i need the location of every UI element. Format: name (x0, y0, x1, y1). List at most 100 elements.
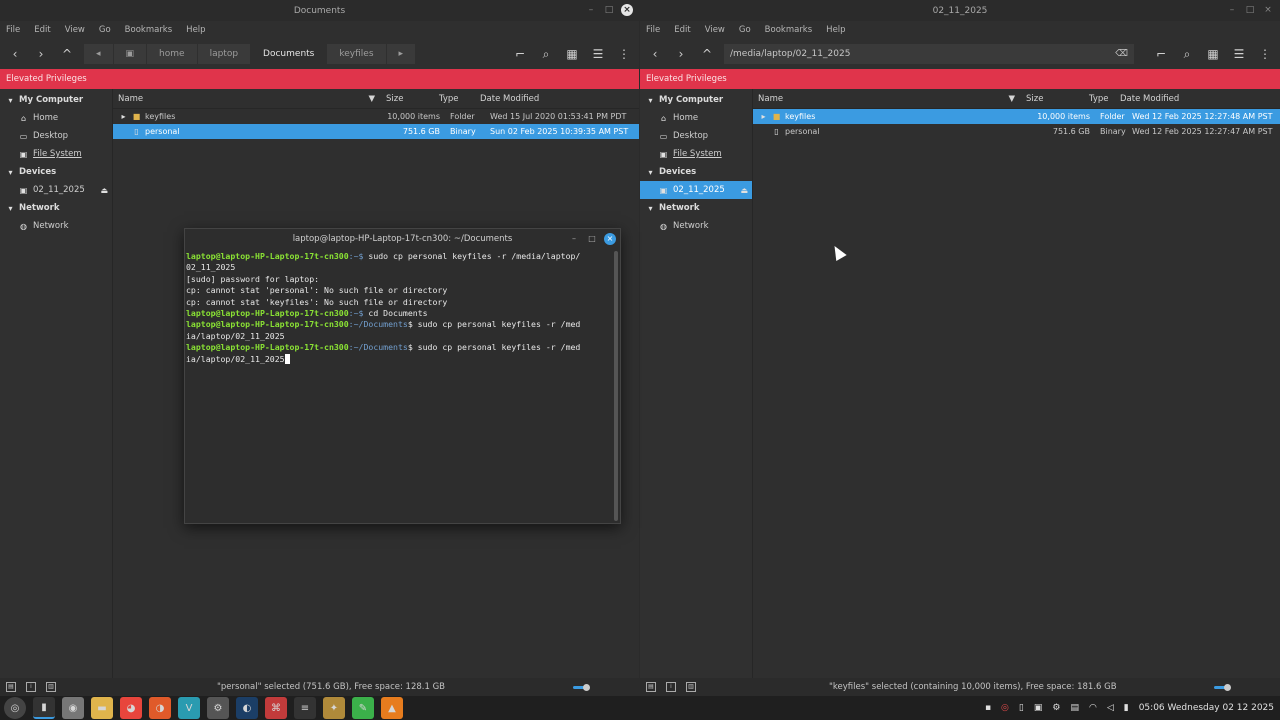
sidebar-item-desktop[interactable]: ▭ Desktop (640, 127, 752, 145)
crumb-right-arrow[interactable]: ▸ (386, 44, 416, 64)
hide-sidebar-icon[interactable]: ▥ (46, 682, 56, 692)
location-input[interactable]: /media/laptop/02_11_2025 (730, 49, 850, 59)
menu-file[interactable]: File (6, 25, 20, 35)
trash-icon[interactable]: ▪ (985, 703, 991, 713)
sidebar-section-devices[interactable]: ▾ Devices (0, 163, 112, 181)
location-bar[interactable]: /media/laptop/02_11_2025 ⌫ (724, 44, 1134, 64)
steam-icon[interactable]: ◐ (236, 697, 258, 719)
list-view-icon[interactable]: ☰ (589, 45, 607, 63)
sidebar-item-device[interactable]: ▣ 02_11_2025 ⏏ (0, 181, 112, 199)
eject-icon[interactable]: ⏏ (100, 186, 109, 195)
search-icon[interactable]: ⌕ (1178, 45, 1196, 63)
sidebar-item-home[interactable]: ⌂ Home (0, 109, 112, 127)
column-name[interactable]: Name ▼ (113, 94, 381, 104)
clipboard-icon[interactable]: ▣ (1034, 703, 1043, 713)
sidebar-section-my-computer[interactable]: ▾ My Computer (0, 91, 112, 109)
terminal-output[interactable]: laptop@laptop-HP-Laptop-17t-cn300:~$ sud… (185, 249, 620, 367)
browser-app-icon[interactable]: ◑ (149, 697, 171, 719)
close-button[interactable]: × (1262, 4, 1274, 16)
terminal-app-icon[interactable]: ▮ (33, 697, 55, 719)
update-icon[interactable]: ◎ (1001, 703, 1009, 713)
back-icon[interactable]: ‹ (646, 45, 664, 63)
sidebar-section-network[interactable]: ▾ Network (640, 199, 752, 217)
maximize-button[interactable]: □ (586, 233, 598, 245)
column-date[interactable]: Date Modified (475, 94, 539, 104)
menu-help[interactable]: Help (826, 25, 845, 35)
crumb-keyfiles[interactable]: keyfiles (327, 44, 386, 64)
column-size[interactable]: Size (381, 94, 434, 104)
sidebar-item-network[interactable]: ◍ Network (640, 217, 752, 235)
sidebar-section-network[interactable]: ▾ Network (0, 199, 112, 217)
column-size[interactable]: Size (1021, 94, 1084, 104)
icon-view-icon[interactable]: ▦ (1204, 45, 1222, 63)
column-date[interactable]: Date Modified (1115, 94, 1179, 104)
sidebar-section-my-computer[interactable]: ▾ My Computer (640, 91, 752, 109)
battery-icon[interactable]: ▯ (1019, 703, 1024, 713)
list-view-icon[interactable]: ☰ (1230, 45, 1248, 63)
column-type[interactable]: Type (1084, 94, 1115, 104)
close-button[interactable]: × (604, 233, 616, 245)
sidebar-item-device[interactable]: ▣ 02_11_2025 ⏏ (640, 181, 752, 199)
menu-edit[interactable]: Edit (674, 25, 690, 35)
column-name[interactable]: Name ▼ (753, 94, 1021, 104)
crumb-documents[interactable]: Documents (251, 44, 327, 64)
crumb-laptop[interactable]: laptop (197, 44, 251, 64)
table-row[interactable]: ▯ personal 751.6 GB Binary Wed 12 Feb 202… (753, 124, 1280, 139)
minimize-button[interactable]: – (1226, 4, 1238, 16)
menu-edit[interactable]: Edit (34, 25, 50, 35)
close-button[interactable]: × (621, 4, 633, 16)
terminal-icon[interactable]: ⌐ (1152, 45, 1170, 63)
show-tree-icon[interactable]: ⁞ (26, 682, 36, 692)
forward-icon[interactable]: › (672, 45, 690, 63)
menu-bookmarks[interactable]: Bookmarks (765, 25, 813, 35)
terminal-icon[interactable]: ⌐ (511, 45, 529, 63)
sidebar-item-filesystem[interactable]: ▣ File System (0, 145, 112, 163)
compact-view-icon[interactable]: ⋮ (1256, 45, 1274, 63)
clear-icon[interactable]: ⌫ (1115, 49, 1128, 59)
chrome-icon[interactable]: ◕ (120, 697, 142, 719)
forward-icon[interactable]: › (32, 45, 50, 63)
gear-icon[interactable]: ⚙ (1052, 703, 1060, 713)
minimize-button[interactable]: – (568, 233, 580, 245)
menu-go[interactable]: Go (739, 25, 751, 35)
table-row[interactable]: ▸ ■ keyfiles 10,000 items Folder Wed 15 Ju… (113, 109, 639, 124)
hide-sidebar-icon[interactable]: ▥ (686, 682, 696, 692)
minimize-button[interactable]: – (585, 4, 597, 16)
zoom-slider[interactable] (1214, 684, 1231, 691)
menu-file[interactable]: File (646, 25, 660, 35)
back-icon[interactable]: ‹ (6, 45, 24, 63)
maximize-button[interactable]: □ (603, 4, 615, 16)
up-icon[interactable]: ^ (698, 45, 716, 63)
sidebar-item-filesystem[interactable]: ▣ File System (640, 145, 752, 163)
menu-go[interactable]: Go (99, 25, 111, 35)
sidebar-item-network[interactable]: ◍ Network (0, 217, 112, 235)
app-gold-icon[interactable]: ✦ (323, 697, 345, 719)
app-red-icon[interactable]: ⌘ (265, 697, 287, 719)
app-v-icon[interactable]: V (178, 697, 200, 719)
messaging-app-icon[interactable]: ◉ (62, 697, 84, 719)
expander-icon[interactable]: ▸ (119, 112, 128, 121)
app-green-icon[interactable]: ✎ (352, 697, 374, 719)
files-app-icon[interactable]: ▬ (91, 697, 113, 719)
clock[interactable]: 05:06 Wednesday 02 12 2025 (1139, 703, 1274, 713)
window-titlebar[interactable]: Documents – □ × (0, 0, 639, 21)
scrollbar[interactable] (614, 251, 618, 521)
search-icon[interactable]: ⌕ (537, 45, 555, 63)
show-tree-icon[interactable]: ⁞ (666, 682, 676, 692)
vlc-icon[interactable]: ▲ (381, 697, 403, 719)
table-row[interactable]: ▯ personal 751.6 GB Binary Sun 02 Feb 202… (113, 124, 639, 139)
mint-menu-icon[interactable]: ◎ (4, 697, 26, 719)
terminal-window[interactable]: laptop@laptop-HP-Laptop-17t-cn300: ~/Doc… (184, 228, 621, 524)
display-icon[interactable]: ▤ (1070, 703, 1079, 713)
terminal-titlebar[interactable]: laptop@laptop-HP-Laptop-17t-cn300: ~/Doc… (185, 229, 620, 249)
crumb-home[interactable]: home (147, 44, 197, 64)
volume-icon[interactable]: ◁ (1107, 703, 1114, 713)
column-type[interactable]: Type (434, 94, 475, 104)
compact-view-icon[interactable]: ⋮ (615, 45, 633, 63)
menu-view[interactable]: View (705, 25, 725, 35)
sidebar-section-devices[interactable]: ▾ Devices (640, 163, 752, 181)
sidebar-item-desktop[interactable]: ▭ Desktop (0, 127, 112, 145)
clapper-icon[interactable]: ≡ (294, 697, 316, 719)
menu-view[interactable]: View (65, 25, 85, 35)
expander-icon[interactable]: ▸ (759, 112, 768, 121)
